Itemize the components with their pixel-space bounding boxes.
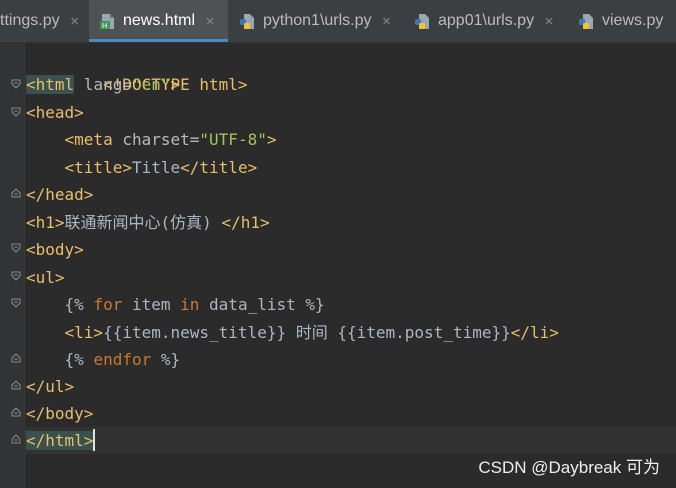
tag-token: <h1> — [26, 213, 65, 232]
tag-token: </body> — [26, 404, 94, 423]
tab-settings-py[interactable]: ttings.py × — [0, 0, 89, 42]
python-file-icon — [579, 13, 593, 29]
code-line-5: <title>Title</title> — [26, 154, 258, 181]
tag-token: </head> — [26, 185, 94, 204]
code-line-14: </body> — [26, 400, 93, 427]
text-token: {{item.news_title}} 时间 {{item.post_time}… — [103, 323, 511, 342]
tab-label: app01\urls.py — [438, 12, 535, 29]
fold-open-icon[interactable] — [11, 107, 21, 117]
tag-token: </li> — [510, 323, 559, 342]
fold-close-icon[interactable] — [11, 380, 21, 390]
tag-token: </h1> — [221, 213, 270, 232]
tag-token: </ul> — [26, 377, 75, 396]
code-line-4: <meta charset="UTF-8"> — [26, 126, 277, 153]
keyword-token: in — [180, 295, 200, 314]
fold-open-icon[interactable] — [11, 298, 21, 308]
svg-text:H: H — [102, 22, 107, 30]
template-token: %} — [151, 350, 181, 369]
tag-token: > — [266, 130, 277, 149]
text-token: Title — [131, 158, 181, 177]
tag-token: <body> — [26, 240, 84, 259]
ide-window: ttings.py × H news.html × python1\urls.p… — [0, 0, 676, 488]
tab-news-html[interactable]: H news.html × — [89, 0, 228, 42]
tab-label: views.py — [602, 12, 664, 29]
code-line-1: <!DOCTYPE html> — [26, 44, 248, 94]
fold-close-icon[interactable] — [11, 188, 21, 198]
editor-tab-bar: ttings.py × H news.html × python1\urls.p… — [0, 0, 676, 43]
fold-open-icon[interactable] — [11, 271, 21, 281]
tab-label: ttings.py — [0, 12, 60, 29]
close-tab-icon[interactable]: × — [381, 13, 393, 30]
close-tab-icon[interactable]: × — [204, 13, 216, 30]
text-cursor — [93, 429, 96, 451]
attr-value-token: "UTF-8" — [199, 130, 267, 149]
tag-token: <html — [26, 75, 75, 94]
fold-close-icon[interactable] — [11, 353, 21, 363]
template-token: item — [122, 295, 181, 314]
code-editor[interactable]: <!DOCTYPE html> <html lang="en"> <head> … — [0, 43, 676, 488]
tab-app01-urls-py[interactable]: app01\urls.py × — [403, 0, 567, 42]
code-line-2: <html lang="en"> — [26, 71, 180, 98]
text-token: 联通新闻中心(仿真) — [64, 213, 222, 232]
keyword-token: for — [93, 295, 123, 314]
code-line-7: <h1>联通新闻中心(仿真) </h1> — [26, 209, 270, 236]
tag-token: <ul> — [26, 268, 65, 287]
code-line-13: </ul> — [26, 373, 74, 400]
attr-value-token: "en" — [131, 75, 171, 94]
tag-token: <li> — [64, 323, 104, 342]
fold-close-icon[interactable] — [11, 434, 21, 444]
tag-token: <meta — [64, 130, 113, 149]
tab-label: news.html — [123, 12, 196, 29]
code-line-6: </head> — [26, 181, 93, 208]
code-line-9: <ul> — [26, 264, 65, 291]
code-line-12: {% endfor %} — [26, 346, 181, 373]
python-file-icon — [415, 13, 429, 29]
template-token: data_list %} — [199, 295, 325, 314]
gutter-divider — [24, 43, 25, 488]
python-file-icon — [240, 13, 254, 29]
tag-token: </html> — [26, 431, 94, 450]
current-line-highlight — [25, 427, 676, 454]
template-token: {% — [64, 350, 94, 369]
attr-token: charset= — [112, 130, 200, 149]
tab-python1-urls-py[interactable]: python1\urls.py × — [228, 0, 403, 42]
tag-token: > — [170, 75, 181, 94]
tab-label: python1\urls.py — [263, 12, 372, 29]
fold-close-icon[interactable] — [11, 407, 21, 417]
tag-token: <head> — [26, 103, 84, 122]
code-line-11: <li>{{item.news_title}} 时间 {{item.post_t… — [26, 319, 559, 346]
close-tab-icon[interactable]: × — [69, 13, 81, 30]
html-file-icon: H — [100, 13, 114, 30]
tag-token: <title> — [64, 158, 132, 177]
close-tab-icon[interactable]: × — [543, 13, 555, 30]
keyword-token: endfor — [93, 350, 152, 369]
code-line-10: {% for item in data_list %} — [26, 291, 325, 318]
tab-views-py[interactable]: views.py — [567, 0, 676, 42]
attr-token: lang= — [74, 75, 132, 94]
code-line-15: </html> — [26, 427, 96, 454]
code-line-8: <body> — [26, 236, 84, 263]
fold-open-icon[interactable] — [11, 79, 21, 89]
tag-token: </title> — [180, 158, 258, 177]
code-line-3: <head> — [26, 99, 84, 126]
template-token: {% — [64, 295, 94, 314]
fold-open-icon[interactable] — [11, 243, 21, 253]
watermark: CSDN @Daybreak 可为 — [478, 458, 660, 477]
